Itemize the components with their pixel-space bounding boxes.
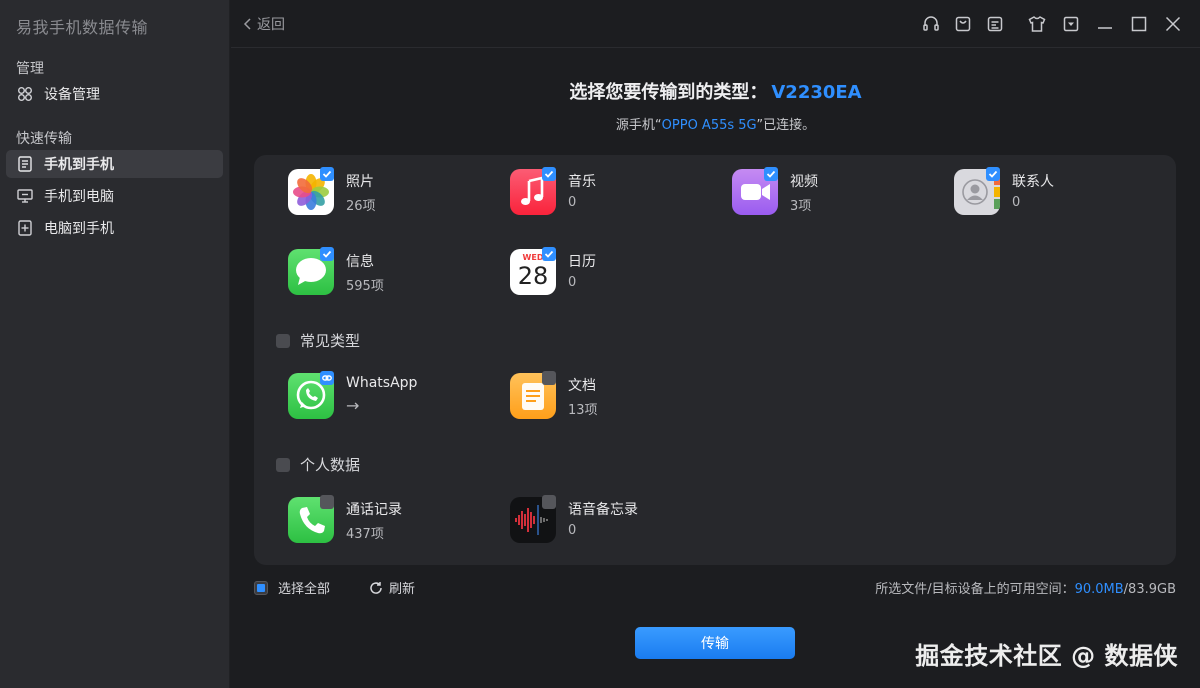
tile-name: 语音备忘录 — [568, 502, 638, 518]
back-button[interactable]: 返回 — [243, 14, 285, 34]
select-all-label: 选择全部 — [278, 582, 331, 597]
watermark: 掘金技术社区 @ 数据侠 — [915, 642, 1178, 670]
tile-name: 日历 — [568, 254, 596, 270]
transfer-button[interactable]: 传输 — [635, 627, 795, 659]
tile-count: 0 — [568, 195, 577, 210]
checkbox-videos[interactable] — [764, 167, 778, 181]
sidebar: 易我手机数据传输 管理 设备管理 快速传输 手机到手机 手机到电脑 电脑到手机 — [0, 0, 230, 688]
tile-name: 视频 — [790, 174, 818, 190]
section-label-manage: 管理 — [16, 61, 44, 77]
top-bar: 返回 — [231, 0, 1200, 48]
tile-name: WhatsApp — [346, 375, 418, 391]
tile-name: 通话记录 — [346, 502, 402, 518]
data-type-panel: 照片 26项 音乐 0 视频 3项 联系人 0 信息 595项 WED 28 日… — [254, 155, 1176, 565]
source-prefix: 源手机“ — [615, 118, 662, 133]
minimize-icon[interactable] — [1094, 13, 1116, 35]
category-label: 个人数据 — [300, 456, 361, 474]
sidebar-item-pc-to-phone[interactable]: 电脑到手机 — [6, 214, 223, 242]
tile-messages[interactable]: 信息 595项 — [288, 247, 488, 309]
tile-count: 0 — [568, 523, 577, 538]
tile-count: 437项 — [346, 527, 384, 542]
tile-videos[interactable]: 视频 3项 — [732, 167, 932, 229]
refresh-button[interactable]: 刷新 — [369, 578, 415, 597]
checkbox-messages[interactable] — [320, 247, 334, 261]
tile-calendar[interactable]: WED 28 日历 0 — [510, 247, 710, 309]
shirt-icon[interactable] — [1026, 13, 1048, 35]
tile-name: 联系人 — [1012, 174, 1054, 190]
sidebar-item-phone-to-phone[interactable]: 手机到手机 — [6, 150, 223, 178]
category-personal[interactable]: 个人数据 — [276, 454, 360, 475]
checkbox-photos[interactable] — [320, 167, 334, 181]
tile-count: 13项 — [568, 403, 598, 418]
checkbox-personal[interactable] — [276, 457, 290, 472]
maximize-icon[interactable] — [1128, 13, 1150, 35]
section-label-quick: 快速传输 — [16, 131, 72, 147]
back-label: 返回 — [257, 17, 285, 33]
select-all-checkbox[interactable]: 选择全部 — [254, 578, 330, 597]
refresh-label: 刷新 — [389, 582, 416, 597]
source-suffix: ”已连接。 — [756, 118, 816, 133]
source-status: 源手机“OPPO A55s 5G”已连接。 — [231, 114, 1200, 133]
arrow-right-icon: → — [346, 396, 360, 415]
checkbox-common[interactable] — [276, 333, 290, 348]
sidebar-item-label: 手机到手机 — [44, 157, 114, 173]
link-badge-whatsapp — [320, 371, 334, 385]
title-prefix: 选择您要传输到的类型： — [569, 82, 768, 103]
pc-to-phone-icon — [16, 219, 34, 237]
tile-count: 595项 — [346, 279, 384, 294]
tile-music[interactable]: 音乐 0 — [510, 167, 710, 229]
tile-count: 26项 — [346, 199, 376, 214]
space-selected: 90.0MB — [1074, 582, 1124, 597]
checkbox-music[interactable] — [542, 167, 556, 181]
tile-whatsapp[interactable]: WhatsApp → — [288, 371, 488, 433]
close-icon[interactable] — [1162, 13, 1184, 35]
chevron-left-icon — [243, 18, 251, 30]
tile-name: 信息 — [346, 254, 374, 270]
tile-name: 音乐 — [568, 174, 596, 190]
tile-contacts[interactable]: 联系人 0 — [954, 167, 1154, 229]
checkbox-calendar[interactable] — [542, 247, 556, 261]
checkbox-contacts[interactable] — [986, 167, 1000, 181]
space-prefix: 所选文件/目标设备上的可用空间： — [875, 582, 1075, 597]
tile-count: 0 — [1012, 195, 1021, 210]
tile-name: 文档 — [568, 378, 596, 394]
page-title: 选择您要传输到的类型： V2230EA — [231, 78, 1200, 104]
tile-voice-memos[interactable]: 语音备忘录 0 — [510, 495, 710, 557]
headset-icon[interactable] — [920, 13, 942, 35]
category-label: 常见类型 — [300, 332, 361, 350]
bag-icon[interactable] — [952, 13, 974, 35]
app-title: 易我手机数据传输 — [16, 18, 149, 37]
source-device-name: OPPO A55s 5G — [661, 118, 757, 133]
note-icon[interactable] — [984, 13, 1006, 35]
tile-documents[interactable]: 文档 13项 — [510, 371, 710, 433]
checkbox-voice-memos[interactable] — [542, 495, 556, 509]
sidebar-item-label: 手机到电脑 — [44, 189, 114, 205]
tile-count: 0 — [568, 275, 577, 290]
refresh-icon — [370, 581, 382, 594]
grid-icon — [16, 85, 34, 103]
sidebar-item-label: 电脑到手机 — [44, 221, 114, 237]
sidebar-item-label: 设备管理 — [44, 87, 100, 103]
sidebar-item-phone-to-pc[interactable]: 手机到电脑 — [6, 182, 223, 210]
category-common[interactable]: 常见类型 — [276, 330, 360, 351]
tile-photos[interactable]: 照片 26项 — [288, 167, 488, 229]
storage-space: 所选文件/目标设备上的可用空间：90.0MB/83.9GB — [875, 578, 1176, 597]
select-all-box — [254, 580, 268, 595]
sidebar-item-device-manage[interactable]: 设备管理 — [6, 80, 223, 108]
dropdown-icon[interactable] — [1060, 13, 1082, 35]
target-device-name: V2230EA — [771, 82, 862, 103]
phone-to-phone-icon — [16, 155, 34, 173]
space-available: /83.9GB — [1123, 582, 1176, 597]
tile-call-log[interactable]: 通话记录 437项 — [288, 495, 488, 557]
tile-name: 照片 — [346, 174, 374, 190]
calendar-day: 28 — [517, 262, 549, 290]
tile-count: 3项 — [790, 199, 812, 214]
checkbox-call-log[interactable] — [320, 495, 334, 509]
phone-to-pc-icon — [16, 187, 34, 205]
checkbox-documents[interactable] — [542, 371, 556, 385]
